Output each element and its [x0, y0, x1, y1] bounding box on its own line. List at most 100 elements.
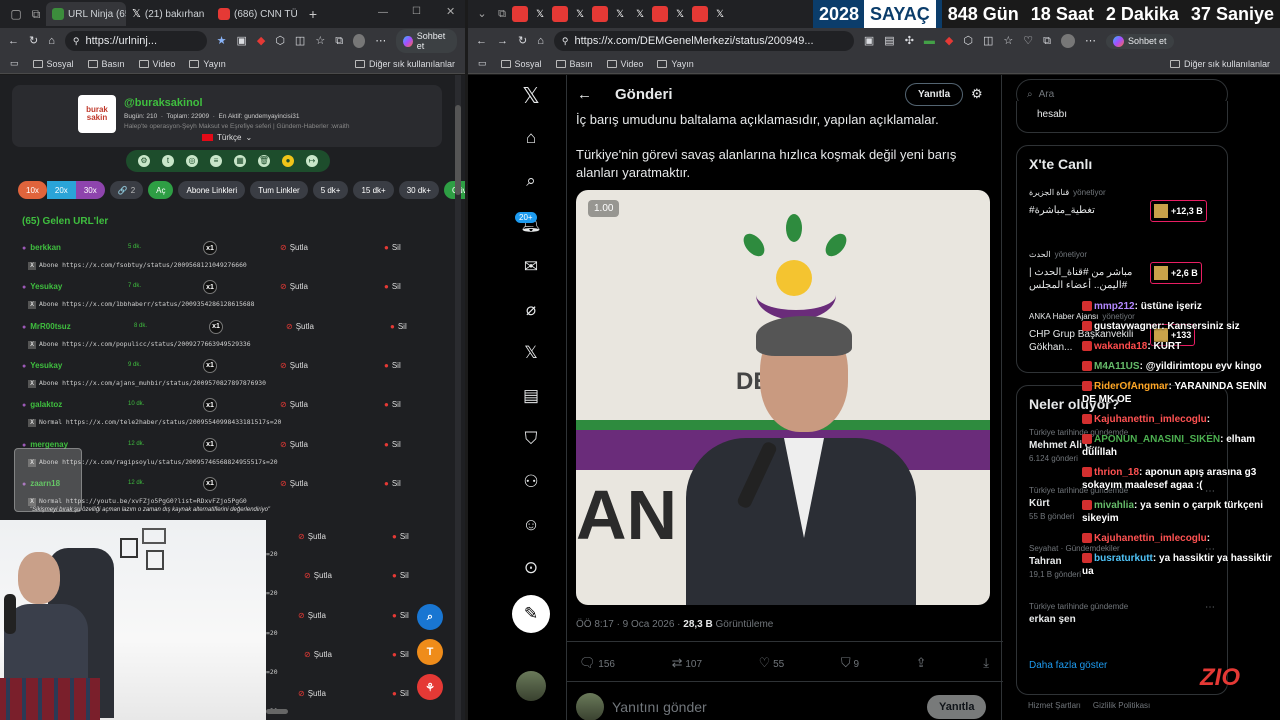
reload-icon[interactable]: ↻	[29, 35, 38, 47]
bookmark-basin[interactable]: Basın	[87, 59, 125, 69]
row-x1-button[interactable]: x1	[203, 280, 217, 295]
other-bookmarks[interactable]: Diğer sık kullanılanlar	[1169, 59, 1270, 69]
row-delete-button[interactable]: Sil	[392, 571, 409, 580]
extension-red-icon[interactable]: ◆	[257, 35, 265, 47]
row-spam-button[interactable]: Şutla	[298, 689, 326, 698]
row-x1-button[interactable]: x1	[203, 398, 217, 413]
x-tab-icon[interactable]: 𝕏	[712, 6, 728, 22]
multiplier-30x-button[interactable]: 30x	[75, 181, 105, 199]
x-tab-icon[interactable]: 𝕏	[612, 6, 628, 22]
playback-speed[interactable]: 1.00	[588, 200, 620, 217]
multiplier-10x-button[interactable]: 10x	[18, 181, 47, 199]
reload-icon[interactable]: ↻	[518, 35, 527, 47]
communities-icon[interactable]: ⚇	[520, 473, 542, 495]
maximize-icon[interactable]: ☐	[412, 7, 421, 17]
more-icon[interactable]: ⋯	[375, 35, 386, 47]
row-spam-button[interactable]: Şutla	[298, 611, 326, 620]
trend-item[interactable]: Türkiye tarihinde gündemde erkan şen ⋯	[1029, 602, 1219, 628]
twitter-icon[interactable]: t	[162, 155, 174, 167]
forward-icon[interactable]: →	[497, 35, 508, 47]
row-delete-button[interactable]: Sil	[392, 650, 409, 659]
filter-15min-button[interactable]: 15 dk+	[353, 181, 394, 199]
row-url[interactable]: Normal https://x.com/tele2haber/status/2…	[28, 418, 281, 427]
row-x1-button[interactable]: x1	[203, 476, 217, 491]
tweet-video[interactable]: AN DEM 1.00	[576, 190, 990, 605]
row-delete-button[interactable]: Sil	[384, 400, 401, 409]
row-spam-button[interactable]: Şutla	[280, 440, 308, 449]
new-tab-icon[interactable]: +	[304, 7, 322, 21]
extension-green-icon[interactable]: ▬	[924, 35, 935, 47]
row-spam-button[interactable]: Şutla	[280, 479, 308, 488]
split-screen-icon[interactable]: ◫	[295, 35, 305, 47]
tab-x-bakirhan[interactable]: 𝕏 (21) bakırhan	[126, 2, 212, 26]
favorites-icon[interactable]: ☆	[1003, 35, 1013, 47]
logout-icon[interactable]: ↦	[306, 155, 318, 167]
row-delete-button[interactable]: Sil	[384, 440, 401, 449]
reading-list-icon[interactable]: ▭	[478, 59, 487, 68]
explore-search-icon[interactable]: ⌕	[520, 172, 542, 194]
filter-5min-button[interactable]: 5 dk+	[312, 181, 349, 199]
row-username[interactable]: MrR00tsuz	[30, 322, 70, 331]
horizontal-scrollbar[interactable]	[266, 709, 288, 714]
favorites-icon[interactable]: ☆	[315, 35, 325, 47]
repost-action[interactable]: ⇄ 107	[672, 655, 702, 671]
reading-list-icon[interactable]: ▭	[10, 59, 19, 68]
url-field[interactable]: ⚲ https://x.com/DEMGenelMerkezi/status/2…	[553, 31, 854, 51]
tab-url-ninja[interactable]: URL Ninja (65)	[46, 2, 126, 26]
row-spam-button[interactable]: Şutla	[280, 282, 308, 291]
more-circle-icon[interactable]: ⊙	[520, 559, 542, 581]
site-info-icon[interactable]: ⚲	[562, 36, 569, 46]
reply-input[interactable]: Yanıtını gönder	[612, 699, 707, 715]
favorite-star-icon[interactable]: ★	[217, 35, 227, 47]
extensions-puzzle-icon[interactable]: ⬡	[963, 35, 973, 47]
bookmark-yayin[interactable]: Yayın	[657, 59, 694, 69]
reply-action[interactable]: 🗨︎ 156	[579, 655, 615, 671]
x-logo-icon[interactable]: 𝕏	[520, 85, 542, 107]
extension-icon-3[interactable]: ✣	[905, 35, 914, 47]
all-links-button[interactable]: Tum Linkler	[250, 181, 308, 199]
extension-icon[interactable]: ▣	[236, 35, 246, 47]
url-field[interactable]: ⚲ https://urlninj...	[64, 31, 207, 51]
list-icon[interactable]: ≡	[210, 155, 222, 167]
privacy-link[interactable]: Gizlilik Politikası	[1093, 701, 1150, 710]
row-spam-button[interactable]: Şutla	[298, 532, 326, 541]
terms-link[interactable]: Hizmet Şartları	[1028, 701, 1081, 710]
settings-icon[interactable]: ⚙	[138, 155, 150, 167]
extensions-puzzle-icon[interactable]: ⬡	[275, 35, 285, 47]
minimize-icon[interactable]: —	[378, 8, 388, 18]
row-delete-button[interactable]: Sil	[390, 322, 407, 331]
scrollbar[interactable]	[455, 75, 461, 720]
youtube-tab-icon[interactable]	[692, 6, 708, 22]
row-x1-button[interactable]: x1	[203, 241, 217, 255]
grid-icon[interactable]: ▦	[234, 155, 246, 167]
x-tab-icon[interactable]: 𝕏	[572, 6, 588, 22]
row-delete-button[interactable]: Sil	[392, 611, 409, 620]
row-delete-button[interactable]: Sil	[392, 689, 409, 698]
row-delete-button[interactable]: Sil	[384, 243, 401, 252]
row-url[interactable]: Abone https://x.com/fsobtuy/status/20095…	[28, 261, 247, 270]
home-icon[interactable]: ⌂	[520, 129, 542, 151]
row-url[interactable]: Abone https://x.com/1bbhaberr/status/200…	[28, 300, 254, 309]
extension-icon[interactable]: ▣	[864, 35, 874, 47]
back-icon[interactable]: ←	[476, 35, 487, 47]
row-delete-button[interactable]: Sil	[392, 532, 409, 541]
premium-x-icon[interactable]: 𝕏	[520, 344, 542, 366]
home-icon[interactable]: ⌂	[537, 35, 544, 47]
row-username[interactable]: Yesukay	[30, 361, 62, 370]
bookmark-basin[interactable]: Basın	[555, 59, 593, 69]
trend-more-icon[interactable]: ⋯	[1205, 602, 1215, 613]
row-spam-button[interactable]: Şutla	[280, 243, 308, 252]
profile-avatar[interactable]	[353, 34, 366, 48]
row-username[interactable]: galaktoz	[30, 400, 62, 409]
youtube-tab-icon[interactable]	[552, 6, 568, 22]
health-icon[interactable]: ♡	[1023, 35, 1033, 47]
workspaces-icon[interactable]: ▢	[6, 8, 26, 20]
collections-icon[interactable]: ⧉	[1043, 35, 1051, 47]
share-icon[interactable]: ⇪	[916, 655, 927, 671]
tab-search-icon[interactable]: ⌄	[472, 8, 492, 20]
messages-icon[interactable]: ✉	[520, 258, 542, 280]
collections-icon[interactable]: ⧉	[335, 35, 343, 47]
bookmark-video[interactable]: Video	[606, 59, 643, 69]
x-tab-icon[interactable]: 𝕏	[672, 6, 688, 22]
download-icon[interactable]: ⤓	[983, 655, 989, 671]
